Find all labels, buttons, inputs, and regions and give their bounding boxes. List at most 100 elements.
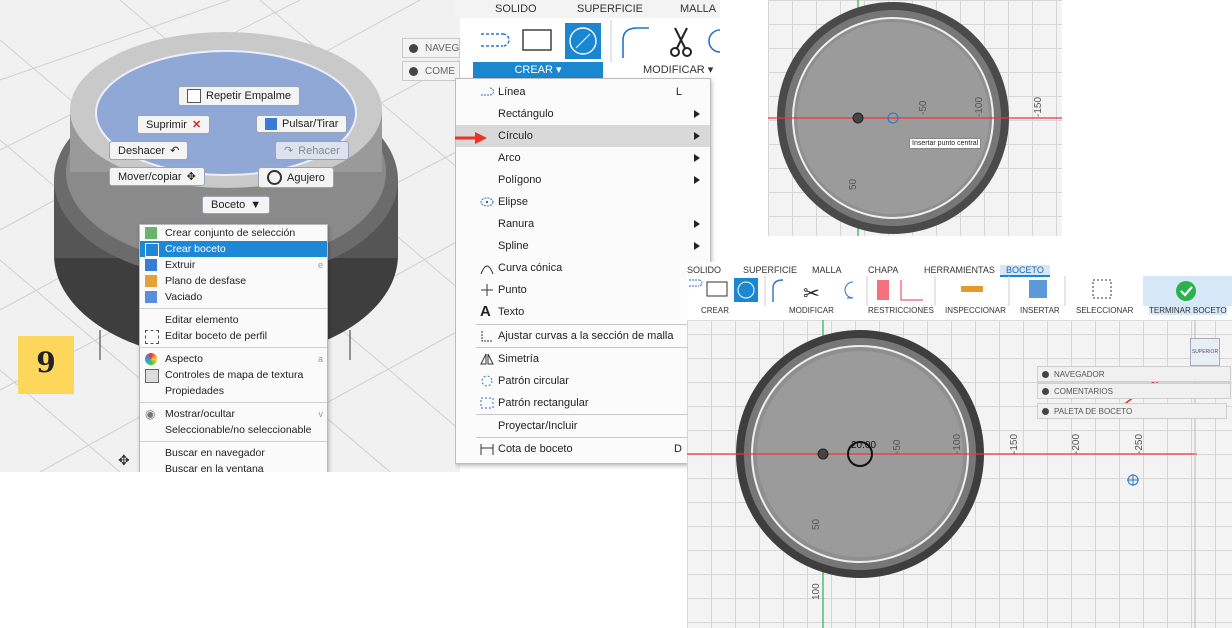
ctx-item-create-selection-set[interactable]: Crear conjunto de selección (140, 225, 327, 241)
menu-item-patron-circular[interactable]: Patrón circular (456, 370, 710, 392)
tab-malla[interactable]: MALLA (680, 3, 716, 15)
menu-item-poligono[interactable]: Polígono (456, 169, 710, 191)
conic-icon (480, 265, 494, 275)
undo-button[interactable]: Deshacer ↶ (109, 141, 189, 160)
navigator-panel-mini[interactable]: NAVEG (402, 38, 460, 58)
repeat-fillet-button[interactable]: Repetir Empalme (178, 86, 300, 106)
ctx-item-show-hide[interactable]: ◉ Mostrar/ocultar v (140, 406, 327, 422)
tab-solido[interactable]: SOLIDO (495, 3, 537, 15)
text-icon: A (480, 303, 491, 320)
group-crear[interactable]: CREAR (701, 306, 729, 315)
ctx-item-appearance[interactable]: Aspecto a (140, 351, 327, 367)
menu-item-ranura[interactable]: Ranura (456, 213, 710, 235)
finish-sketch-button[interactable]: TERMINAR BOCETO (1149, 306, 1227, 315)
navigator-panel[interactable]: NAVEGADOR (1037, 366, 1231, 382)
chevron-down-icon: ▾ (556, 64, 562, 76)
move-copy-button[interactable]: Mover/copiar ✥ (109, 167, 205, 186)
modificar-dropdown-button[interactable]: MODIFICAR ▾ (643, 62, 713, 78)
context-menu: Crear conjunto de selección Crear boceto… (139, 224, 328, 472)
menu-item-cota-de-boceto[interactable]: Cota de boceto D (456, 438, 710, 460)
shell-icon (145, 291, 157, 303)
redo-button[interactable]: ↷ Rehacer (275, 141, 349, 160)
menu-item-curva-conica[interactable]: Curva cónica (456, 257, 710, 279)
check-icon[interactable] (1176, 281, 1196, 301)
ctx-item-properties[interactable]: Propiedades (140, 383, 327, 399)
comments-panel-mini[interactable]: COME (402, 61, 460, 81)
menu-item-spline[interactable]: Spline (456, 235, 710, 257)
undo-icon: ↶ (170, 145, 180, 157)
tab-superficie[interactable]: SUPERFICIE (743, 265, 797, 275)
insert-image-icon[interactable] (1029, 280, 1047, 298)
fillet-tool-icon[interactable] (772, 279, 784, 302)
menu-item-rectangulo[interactable]: Rectángulo (456, 103, 710, 125)
ctx-item-shell[interactable]: Vaciado (140, 289, 327, 305)
tab-herramientas[interactable]: HERRAMIENTAS (924, 265, 995, 275)
menu-item-circulo[interactable]: Círculo (456, 125, 710, 147)
crear-dropdown-button[interactable]: CREAR ▾ (473, 62, 603, 78)
submenu-arrow-icon (694, 154, 700, 162)
push-pull-icon (265, 118, 277, 130)
group-insertar[interactable]: INSERTAR (1020, 306, 1060, 315)
fit-curves-icon (481, 331, 492, 342)
measure-icon[interactable] (961, 286, 983, 292)
rectangle-tool-icon[interactable] (522, 29, 552, 51)
circle-tool-icon[interactable] (565, 23, 601, 59)
menu-item-linea[interactable]: Línea L (456, 81, 710, 103)
edit-profile-icon (145, 330, 159, 344)
ctx-item-edit-profile-sketch[interactable]: Editar boceto de perfil (140, 328, 327, 344)
hole-button[interactable]: Agujero (258, 167, 334, 188)
tab-solido[interactable]: SOLIDO (687, 265, 721, 275)
tab-chapa[interactable]: CHAPA (868, 265, 898, 275)
select-icon[interactable] (1092, 279, 1112, 299)
hole-icon (267, 170, 282, 185)
fillet-tool-icon[interactable] (622, 27, 649, 58)
offset-tool-icon[interactable] (708, 29, 720, 53)
group-modificar[interactable]: MODIFICAR (789, 306, 834, 315)
viewcube[interactable]: SUPERIOR (1190, 338, 1220, 366)
ctx-item-offset-plane[interactable]: Plano de desfase (140, 273, 327, 289)
sketch-palette-panel[interactable]: PALETA DE BOCETO (1037, 403, 1227, 419)
scissors-icon[interactable]: ✂ (803, 283, 820, 305)
expand-icon (1042, 408, 1049, 415)
comments-panel[interactable]: COMENTARIOS (1037, 383, 1231, 399)
ctx-item-selectable[interactable]: Seleccionable/no seleccionable (140, 422, 327, 438)
rect-pattern-icon (480, 397, 494, 409)
constraint-icon[interactable] (877, 280, 889, 300)
line-tool-icon[interactable] (689, 279, 703, 287)
ctx-item-extrude[interactable]: Extruir e (140, 257, 327, 273)
menu-item-ajustar-curvas[interactable]: Ajustar curvas a la sección de malla (456, 325, 710, 347)
scissors-icon[interactable] (670, 27, 692, 57)
separator (140, 402, 327, 403)
group-seleccionar[interactable]: SELECCIONAR (1076, 306, 1133, 315)
menu-item-elipse[interactable]: Elipse (456, 191, 710, 213)
axis-label: 50 (848, 178, 859, 190)
group-restricciones[interactable]: RESTRICCIONES (868, 306, 934, 315)
menu-item-arco[interactable]: Arco (456, 147, 710, 169)
submenu-arrow-icon (694, 220, 700, 228)
offset-tool-icon[interactable] (844, 281, 854, 299)
tab-superficie[interactable]: SUPERFICIE (577, 3, 643, 15)
menu-item-texto[interactable]: A Texto (456, 301, 710, 323)
rectangle-tool-icon[interactable] (706, 281, 728, 297)
sketch-dropdown-button[interactable]: Boceto ▼ (202, 196, 271, 214)
ctx-item-find-in-browser[interactable]: Buscar en navegador (140, 445, 327, 461)
ctx-item-create-sketch[interactable]: Crear boceto (140, 241, 327, 257)
menu-item-simetria[interactable]: Simetría (456, 348, 710, 370)
tooltip: Insertar punto central (909, 138, 982, 149)
menu-item-punto[interactable]: Punto (456, 279, 710, 301)
ctx-item-texture-map-controls[interactable]: Controles de mapa de textura (140, 367, 327, 383)
delete-button[interactable]: Suprimir ✕ (137, 115, 211, 134)
dimension-value[interactable]: 20.00 (851, 440, 876, 451)
menu-item-proyectar-incluir[interactable]: Proyectar/Incluir (456, 415, 710, 437)
menu-item-patron-rectangular[interactable]: Patrón rectangular (456, 392, 710, 414)
ctx-item-edit-feature[interactable]: Editar elemento (140, 312, 327, 328)
crear-dropdown-menu: Línea L Rectángulo Círculo Arco Polígono … (455, 78, 711, 464)
line-tool-icon[interactable] (481, 33, 510, 47)
group-inspeccionar[interactable]: INSPECCIONAR (945, 306, 1006, 315)
step-badge: 9 (18, 336, 74, 394)
ctx-item-find-in-window[interactable]: Buscar en la ventana (140, 461, 327, 472)
tab-malla[interactable]: MALLA (812, 265, 842, 275)
separator (140, 441, 327, 442)
push-pull-button[interactable]: Pulsar/Tirar (256, 115, 348, 133)
perpendicular-icon[interactable] (900, 280, 923, 301)
